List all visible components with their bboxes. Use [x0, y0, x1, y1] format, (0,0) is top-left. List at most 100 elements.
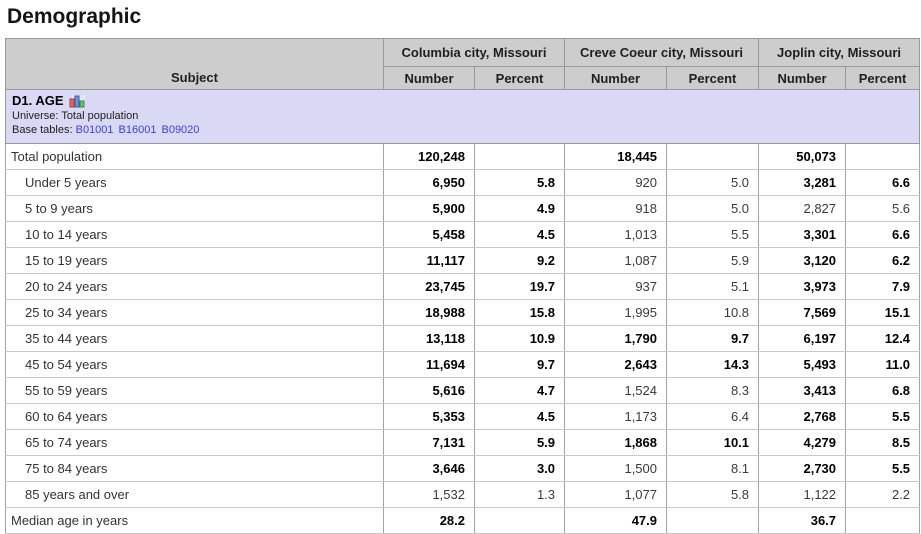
columbia-number-cell: 7,131 [384, 430, 475, 456]
creve-coeur-number-cell: 1,790 [565, 326, 667, 352]
table-row: 15 to 19 years 11,117 9.2 1,087 5.9 3,12… [6, 248, 920, 274]
joplin-percent-cell: 8.5 [846, 430, 920, 456]
joplin-number-cell: 3,281 [759, 170, 846, 196]
row-label: 85 years and over [6, 482, 384, 508]
table-row: Under 5 years 6,950 5.8 920 5.0 3,281 6.… [6, 170, 920, 196]
joplin-percent-cell: 7.9 [846, 274, 920, 300]
columbia-number-cell: 11,117 [384, 248, 475, 274]
creve-coeur-number-cell: 18,445 [565, 144, 667, 170]
joplin-number-cell: 7,569 [759, 300, 846, 326]
columbia-number-cell: 18,988 [384, 300, 475, 326]
creve-coeur-number-header: Number [565, 67, 667, 90]
creve-coeur-percent-cell: 5.8 [667, 482, 759, 508]
row-label: 45 to 54 years [6, 352, 384, 378]
creve-coeur-number-cell: 1,500 [565, 456, 667, 482]
creve-coeur-number-cell: 1,013 [565, 222, 667, 248]
base-table-link-b01001[interactable]: B01001 [76, 124, 114, 136]
columbia-percent-cell: 4.5 [475, 404, 565, 430]
joplin-percent-cell: 6.8 [846, 378, 920, 404]
creve-coeur-number-cell: 1,868 [565, 430, 667, 456]
joplin-percent-cell: 5.5 [846, 456, 920, 482]
creve-coeur-percent-cell: 5.5 [667, 222, 759, 248]
columbia-number-cell: 5,900 [384, 196, 475, 222]
creve-coeur-number-cell: 2,643 [565, 352, 667, 378]
columbia-percent-cell [475, 144, 565, 170]
joplin-percent-cell: 6.6 [846, 222, 920, 248]
row-label: 55 to 59 years [6, 378, 384, 404]
columbia-number-cell: 28.2 [384, 508, 475, 534]
creve-coeur-number-cell: 1,077 [565, 482, 667, 508]
table-row: 85 years and over 1,532 1.3 1,077 5.8 1,… [6, 482, 920, 508]
table-row: 55 to 59 years 5,616 4.7 1,524 8.3 3,413… [6, 378, 920, 404]
columbia-number-header: Number [384, 67, 475, 90]
joplin-percent-cell: 5.5 [846, 404, 920, 430]
row-label: 15 to 19 years [6, 248, 384, 274]
joplin-number-cell: 2,827 [759, 196, 846, 222]
joplin-number-cell: 3,973 [759, 274, 846, 300]
row-label: 65 to 74 years [6, 430, 384, 456]
table-row: 25 to 34 years 18,988 15.8 1,995 10.8 7,… [6, 300, 920, 326]
row-label: Total population [6, 144, 384, 170]
row-label: 35 to 44 years [6, 326, 384, 352]
columbia-number-cell: 13,118 [384, 326, 475, 352]
creve-coeur-percent-cell: 9.7 [667, 326, 759, 352]
joplin-percent-cell: 12.4 [846, 326, 920, 352]
columbia-percent-header: Percent [475, 67, 565, 90]
joplin-number-cell: 1,122 [759, 482, 846, 508]
city-header-creve-coeur: Creve Coeur city, Missouri [565, 39, 759, 67]
joplin-percent-header: Percent [846, 67, 920, 90]
creve-coeur-number-cell: 920 [565, 170, 667, 196]
table-row: 60 to 64 years 5,353 4.5 1,173 6.4 2,768… [6, 404, 920, 430]
joplin-percent-cell: 2.2 [846, 482, 920, 508]
table-row: 20 to 24 years 23,745 19.7 937 5.1 3,973… [6, 274, 920, 300]
columbia-percent-cell: 19.7 [475, 274, 565, 300]
columbia-number-cell: 3,646 [384, 456, 475, 482]
base-table-link-b16001[interactable]: B16001 [119, 124, 157, 136]
row-label: Under 5 years [6, 170, 384, 196]
columbia-percent-cell: 10.9 [475, 326, 565, 352]
creve-coeur-number-cell: 1,173 [565, 404, 667, 430]
columbia-number-cell: 23,745 [384, 274, 475, 300]
creve-coeur-percent-cell: 6.4 [667, 404, 759, 430]
joplin-number-cell: 3,120 [759, 248, 846, 274]
table-row: Total population 120,248 18,445 50,073 [6, 144, 920, 170]
base-table-link-b09020[interactable]: B09020 [161, 124, 199, 136]
row-label: 10 to 14 years [6, 222, 384, 248]
base-tables-label: Base tables: [12, 124, 73, 136]
joplin-percent-cell: 6.2 [846, 248, 920, 274]
section-universe: Universe: Total population [12, 110, 913, 122]
columbia-percent-cell: 9.2 [475, 248, 565, 274]
joplin-percent-cell: 5.6 [846, 196, 920, 222]
columbia-number-cell: 5,616 [384, 378, 475, 404]
columbia-number-cell: 1,532 [384, 482, 475, 508]
columbia-percent-cell: 4.5 [475, 222, 565, 248]
joplin-number-cell: 3,413 [759, 378, 846, 404]
joplin-percent-cell: 11.0 [846, 352, 920, 378]
columbia-percent-cell: 5.8 [475, 170, 565, 196]
joplin-percent-cell [846, 508, 920, 534]
columbia-percent-cell: 9.7 [475, 352, 565, 378]
bar-chart-icon[interactable] [69, 94, 86, 108]
creve-coeur-percent-cell: 8.3 [667, 378, 759, 404]
columbia-percent-cell: 4.9 [475, 196, 565, 222]
table-row: 45 to 54 years 11,694 9.7 2,643 14.3 5,4… [6, 352, 920, 378]
demographic-table: Subject Columbia city, Missouri Creve Co… [5, 38, 920, 534]
joplin-number-cell: 4,279 [759, 430, 846, 456]
columbia-number-cell: 11,694 [384, 352, 475, 378]
page-title: Demographic [7, 5, 921, 29]
subject-header: Subject [6, 39, 384, 90]
columbia-number-cell: 6,950 [384, 170, 475, 196]
creve-coeur-percent-cell [667, 508, 759, 534]
creve-coeur-percent-cell: 10.8 [667, 300, 759, 326]
columbia-number-cell: 120,248 [384, 144, 475, 170]
joplin-number-cell: 5,493 [759, 352, 846, 378]
joplin-number-cell: 3,301 [759, 222, 846, 248]
joplin-percent-cell: 15.1 [846, 300, 920, 326]
joplin-number-cell: 50,073 [759, 144, 846, 170]
row-label: 5 to 9 years [6, 196, 384, 222]
joplin-number-cell: 2,768 [759, 404, 846, 430]
table-row: 35 to 44 years 13,118 10.9 1,790 9.7 6,1… [6, 326, 920, 352]
creve-coeur-number-cell: 918 [565, 196, 667, 222]
city-header-columbia: Columbia city, Missouri [384, 39, 565, 67]
creve-coeur-percent-cell: 5.1 [667, 274, 759, 300]
